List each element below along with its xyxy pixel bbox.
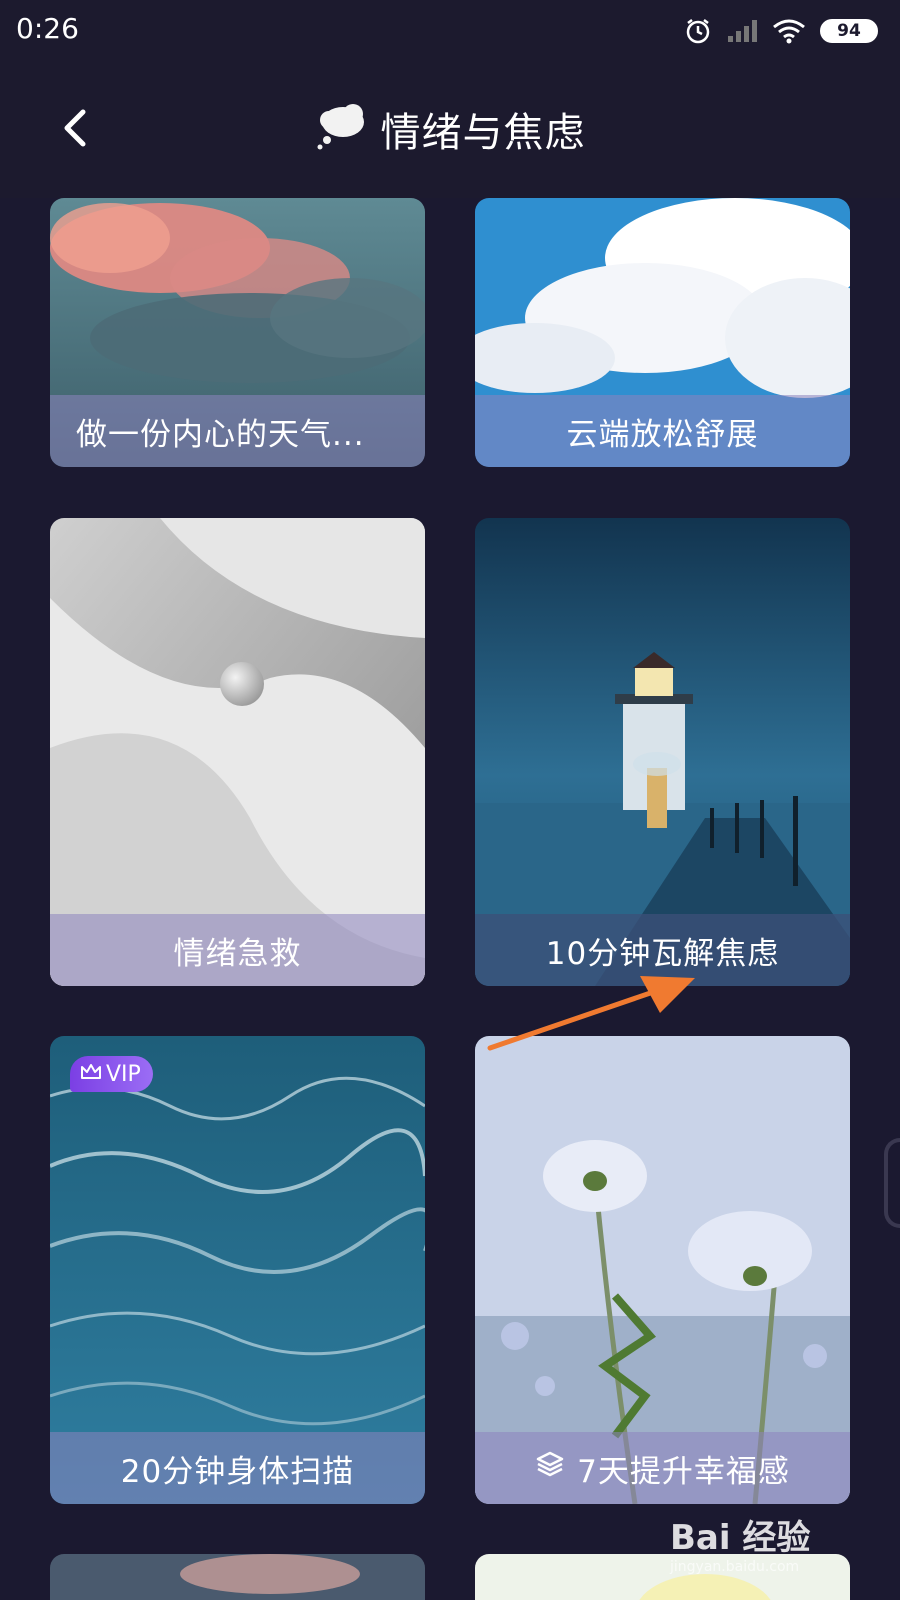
card-caption: 情绪急救: [50, 914, 425, 986]
status-icons: 94: [684, 14, 878, 48]
side-drawer-handle[interactable]: [884, 1138, 900, 1228]
card-caption: 20分钟身体扫描: [50, 1432, 425, 1504]
battery-icon: 94: [820, 19, 878, 43]
card-title: 20分钟身体扫描: [120, 1453, 355, 1490]
card-caption: 7天提升幸福感: [475, 1432, 850, 1504]
vip-badge: VIP: [70, 1056, 153, 1092]
thought-bubble-icon: [315, 102, 367, 156]
watermark-url: jingyan.baidu.com: [670, 1559, 800, 1575]
course-card[interactable]: 做一份内心的天气...: [50, 198, 425, 467]
watermark-logo: Bai 经验: [670, 1518, 811, 1558]
header: 情绪与焦虑: [0, 62, 900, 198]
card-title: 情绪急救: [173, 935, 302, 972]
card-title: 7天提升幸福感: [577, 1453, 790, 1490]
vip-label: VIP: [106, 1061, 141, 1087]
card-title: 做一份内心的天气...: [76, 416, 365, 453]
alarm-icon: [684, 17, 712, 45]
course-card[interactable]: [50, 1554, 425, 1600]
card-caption: 做一份内心的天气...: [50, 395, 425, 467]
course-card[interactable]: 情绪急救: [50, 518, 425, 986]
card-caption: 云端放松舒展: [475, 395, 850, 467]
layers-icon: [535, 1450, 565, 1486]
sunset-image: [50, 1554, 425, 1600]
status-bar: 0:26 94: [0, 0, 900, 62]
page-title: 情绪与焦虑: [380, 110, 586, 156]
card-title: 云端放松舒展: [566, 416, 759, 453]
page-title-wrap: 情绪与焦虑: [0, 100, 900, 158]
card-grid: 做一份内心的天气... 云端放松舒展 情绪急救 10分钟瓦解焦虑 VIP 20分…: [0, 198, 900, 1600]
crown-icon: [80, 1062, 102, 1087]
course-card[interactable]: 云端放松舒展: [475, 198, 850, 467]
course-card[interactable]: 7天提升幸福感: [475, 1036, 850, 1504]
watermark: Bai 经验 jingyan.baidu.com: [670, 1510, 840, 1580]
status-time: 0:26: [16, 12, 79, 45]
course-card[interactable]: 10分钟瓦解焦虑: [475, 518, 850, 986]
wifi-icon: [772, 18, 806, 44]
annotation-arrow: [487, 976, 695, 1051]
course-card[interactable]: VIP 20分钟身体扫描: [50, 1036, 425, 1504]
signal-icon: [726, 18, 758, 44]
